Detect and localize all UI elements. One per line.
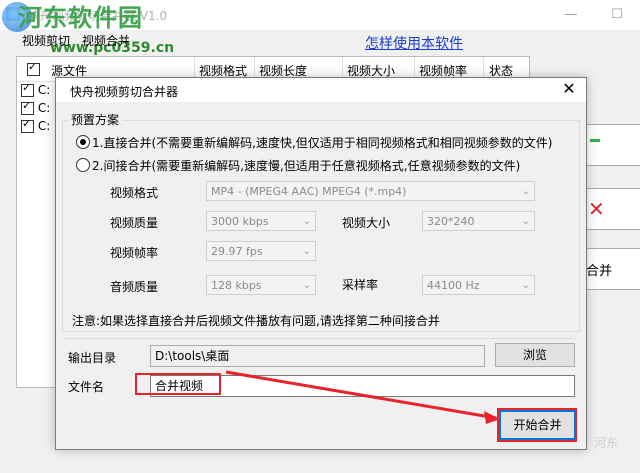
annotation-arrow-icon (225, 370, 500, 424)
